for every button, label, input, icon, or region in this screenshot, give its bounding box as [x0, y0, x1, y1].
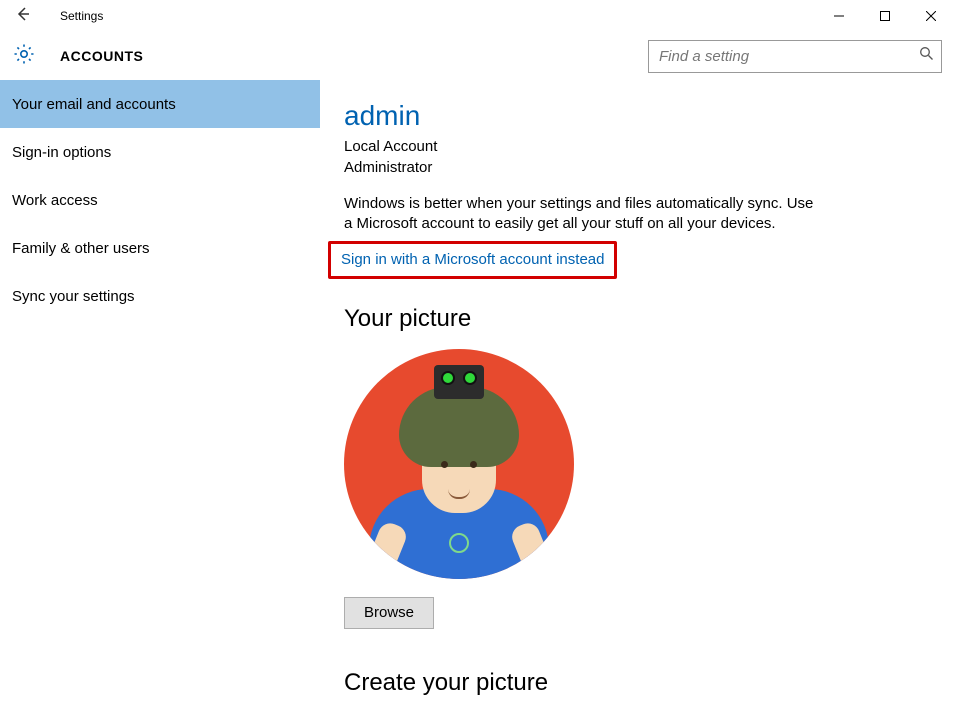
minimize-icon: [834, 11, 844, 21]
window-controls: [816, 0, 954, 32]
account-role: Administrator: [344, 157, 930, 178]
content: admin Local Account Administrator Window…: [320, 80, 954, 717]
username: admin: [344, 100, 930, 132]
sidebar-item-family-other-users[interactable]: Family & other users: [0, 224, 320, 272]
create-picture-heading: Create your picture: [344, 669, 930, 697]
sync-description: Windows is better when your settings and…: [344, 194, 814, 235]
your-picture-heading: Your picture: [344, 305, 930, 333]
maximize-icon: [880, 11, 890, 21]
sidebar-item-label: Sync your settings: [12, 288, 135, 305]
sidebar: Your email and accounts Sign-in options …: [0, 80, 320, 717]
titlebar: Settings: [0, 0, 954, 32]
settings-home-button[interactable]: [0, 42, 48, 71]
search-icon: [919, 46, 934, 66]
window-title: Settings: [60, 9, 103, 23]
browse-button[interactable]: Browse: [344, 597, 434, 629]
sidebar-item-email-accounts[interactable]: Your email and accounts: [0, 80, 320, 128]
close-icon: [926, 11, 936, 21]
minimize-button[interactable]: [816, 0, 862, 32]
sidebar-item-work-access[interactable]: Work access: [0, 176, 320, 224]
profile-picture: [344, 349, 574, 579]
highlight-box: Sign in with a Microsoft account instead: [328, 241, 617, 279]
sidebar-item-sign-in-options[interactable]: Sign-in options: [0, 128, 320, 176]
gear-icon: [12, 42, 36, 71]
sign-in-microsoft-link[interactable]: Sign in with a Microsoft account instead: [341, 251, 604, 268]
header: ACCOUNTS: [0, 32, 954, 80]
sidebar-item-sync-settings[interactable]: Sync your settings: [0, 272, 320, 320]
sidebar-item-label: Sign-in options: [12, 144, 111, 161]
section-title: ACCOUNTS: [60, 48, 143, 64]
search-input[interactable]: [648, 40, 942, 73]
maximize-button[interactable]: [862, 0, 908, 32]
search-box: [648, 40, 942, 73]
back-arrow-icon: [14, 5, 32, 28]
account-type: Local Account: [344, 136, 930, 157]
sidebar-item-label: Family & other users: [12, 240, 150, 257]
close-button[interactable]: [908, 0, 954, 32]
back-button[interactable]: [0, 0, 46, 32]
sidebar-item-label: Your email and accounts: [12, 96, 176, 113]
sidebar-item-label: Work access: [12, 192, 98, 209]
